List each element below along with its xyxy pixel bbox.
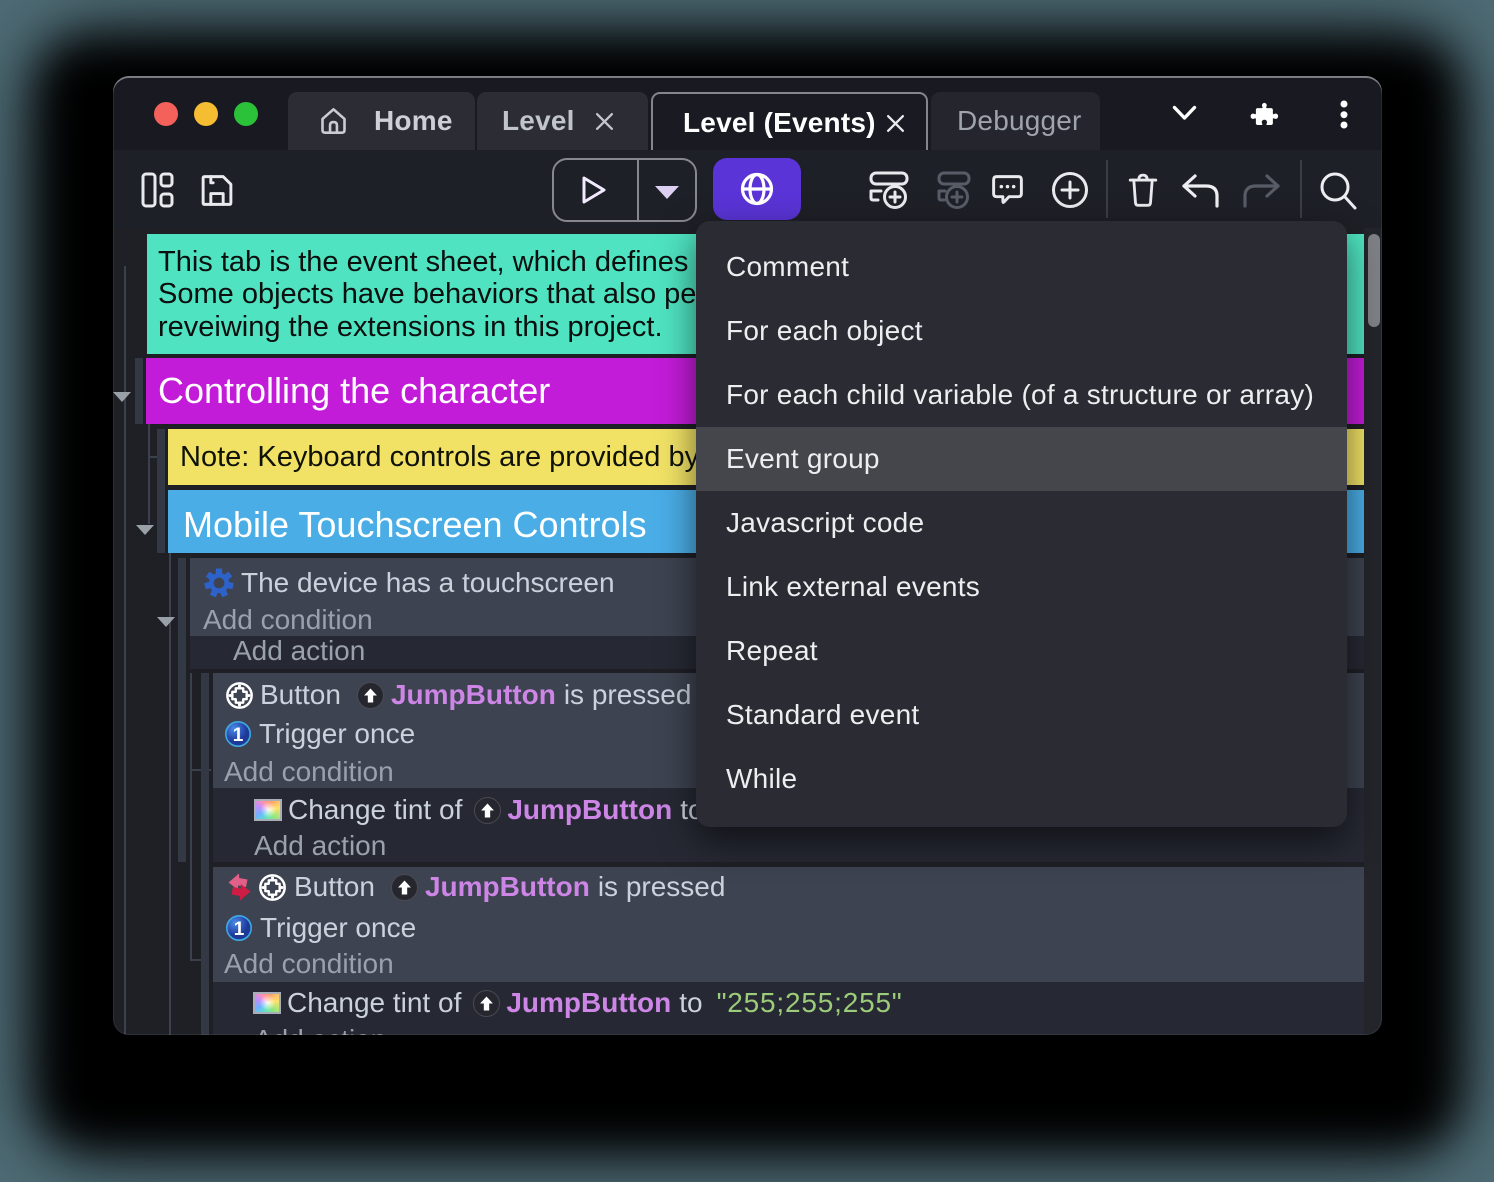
svg-text:1: 1 [234,919,245,940]
svg-text:1: 1 [233,725,244,746]
